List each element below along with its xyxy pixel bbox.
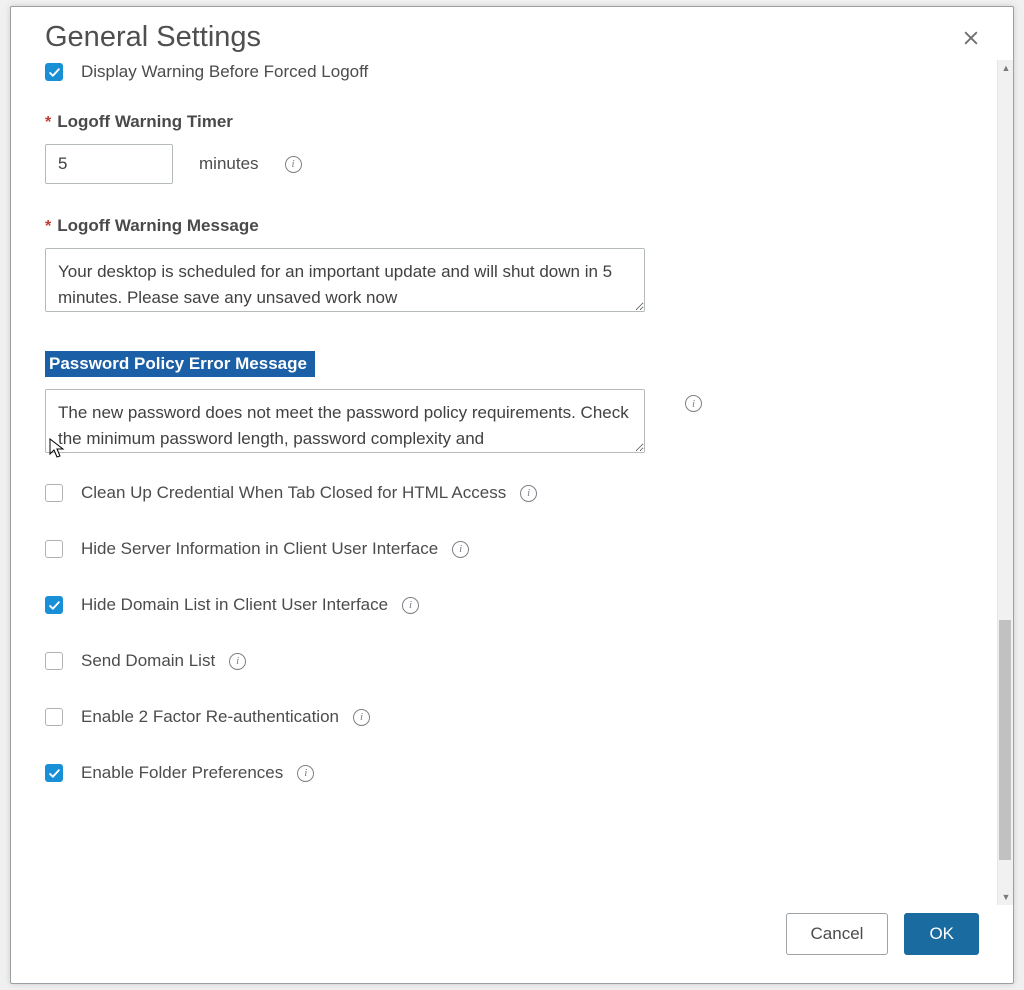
display-warning-forced-logoff-checkbox[interactable] [45, 63, 63, 81]
info-icon[interactable]: i [402, 597, 419, 614]
hide-server-info-row: Hide Server Information in Client User I… [45, 539, 963, 559]
dialog-header: General Settings [11, 7, 1013, 60]
hide-domain-list-checkbox[interactable] [45, 596, 63, 614]
hide-server-info-label: Hide Server Information in Client User I… [81, 539, 438, 559]
ok-button[interactable]: OK [904, 913, 979, 955]
display-warning-forced-logoff-row: Display Warning Before Forced Logoff [45, 62, 963, 82]
display-warning-forced-logoff-label: Display Warning Before Forced Logoff [81, 62, 368, 82]
dialog-footer: Cancel OK [11, 905, 1013, 983]
hide-server-info-checkbox[interactable] [45, 540, 63, 558]
required-star-icon: * [45, 218, 51, 235]
info-icon[interactable]: i [353, 709, 370, 726]
enable-folder-prefs-label: Enable Folder Preferences [81, 763, 283, 783]
dialog-body-scroll: Display Warning Before Forced Logoff *Lo… [11, 60, 1013, 905]
scroll-down-arrow-icon[interactable]: ▼ [998, 889, 1013, 905]
dialog-body: Display Warning Before Forced Logoff *Lo… [11, 60, 997, 905]
send-domain-list-label: Send Domain List [81, 651, 215, 671]
enable-2fa-reauth-label: Enable 2 Factor Re-authentication [81, 707, 339, 727]
close-icon [961, 28, 981, 48]
logoff-timer-unit: minutes [199, 154, 259, 174]
option-checkbox-list: Clean Up Credential When Tab Closed for … [45, 483, 963, 783]
enable-folder-prefs-row: Enable Folder Preferences i [45, 763, 963, 783]
hide-domain-list-row: Hide Domain List in Client User Interfac… [45, 595, 963, 615]
dialog-title: General Settings [45, 21, 261, 54]
logoff-message-label: *Logoff Warning Message [45, 216, 963, 236]
info-icon[interactable]: i [685, 395, 702, 412]
logoff-timer-field: *Logoff Warning Timer minutes i [45, 112, 963, 184]
password-policy-label: Password Policy Error Message [45, 351, 315, 377]
cleanup-cred-checkbox[interactable] [45, 484, 63, 502]
password-policy-inline: The new password does not meet the passw… [45, 389, 963, 453]
vertical-scrollbar[interactable]: ▲ ▼ [997, 60, 1013, 905]
scroll-up-arrow-icon[interactable]: ▲ [998, 60, 1013, 76]
logoff-timer-inline: minutes i [45, 144, 963, 184]
info-icon[interactable]: i [285, 156, 302, 173]
check-icon [48, 767, 61, 780]
enable-2fa-reauth-row: Enable 2 Factor Re-authentication i [45, 707, 963, 727]
check-icon [48, 599, 61, 612]
cleanup-cred-label: Clean Up Credential When Tab Closed for … [81, 483, 506, 503]
password-policy-field: Password Policy Error Message The new pa… [45, 351, 963, 453]
info-icon[interactable]: i [452, 541, 469, 558]
hide-domain-list-label: Hide Domain List in Client User Interfac… [81, 595, 388, 615]
logoff-message-textarea[interactable]: Your desktop is scheduled for an importa… [45, 248, 645, 312]
enable-2fa-reauth-checkbox[interactable] [45, 708, 63, 726]
send-domain-list-checkbox[interactable] [45, 652, 63, 670]
enable-folder-prefs-checkbox[interactable] [45, 764, 63, 782]
cleanup-cred-row: Clean Up Credential When Tab Closed for … [45, 483, 963, 503]
close-button[interactable] [957, 24, 985, 52]
password-policy-textarea[interactable]: The new password does not meet the passw… [45, 389, 645, 453]
check-icon [48, 66, 61, 79]
logoff-message-field: *Logoff Warning Message Your desktop is … [45, 216, 963, 317]
scroll-thumb[interactable] [999, 620, 1011, 860]
logoff-timer-label: *Logoff Warning Timer [45, 112, 963, 132]
logoff-timer-input[interactable] [45, 144, 173, 184]
info-icon[interactable]: i [297, 765, 314, 782]
info-icon[interactable]: i [520, 485, 537, 502]
general-settings-dialog: General Settings Display Warning Before … [10, 6, 1014, 984]
cancel-button[interactable]: Cancel [786, 913, 889, 955]
send-domain-list-row: Send Domain List i [45, 651, 963, 671]
info-icon[interactable]: i [229, 653, 246, 670]
required-star-icon: * [45, 114, 51, 131]
